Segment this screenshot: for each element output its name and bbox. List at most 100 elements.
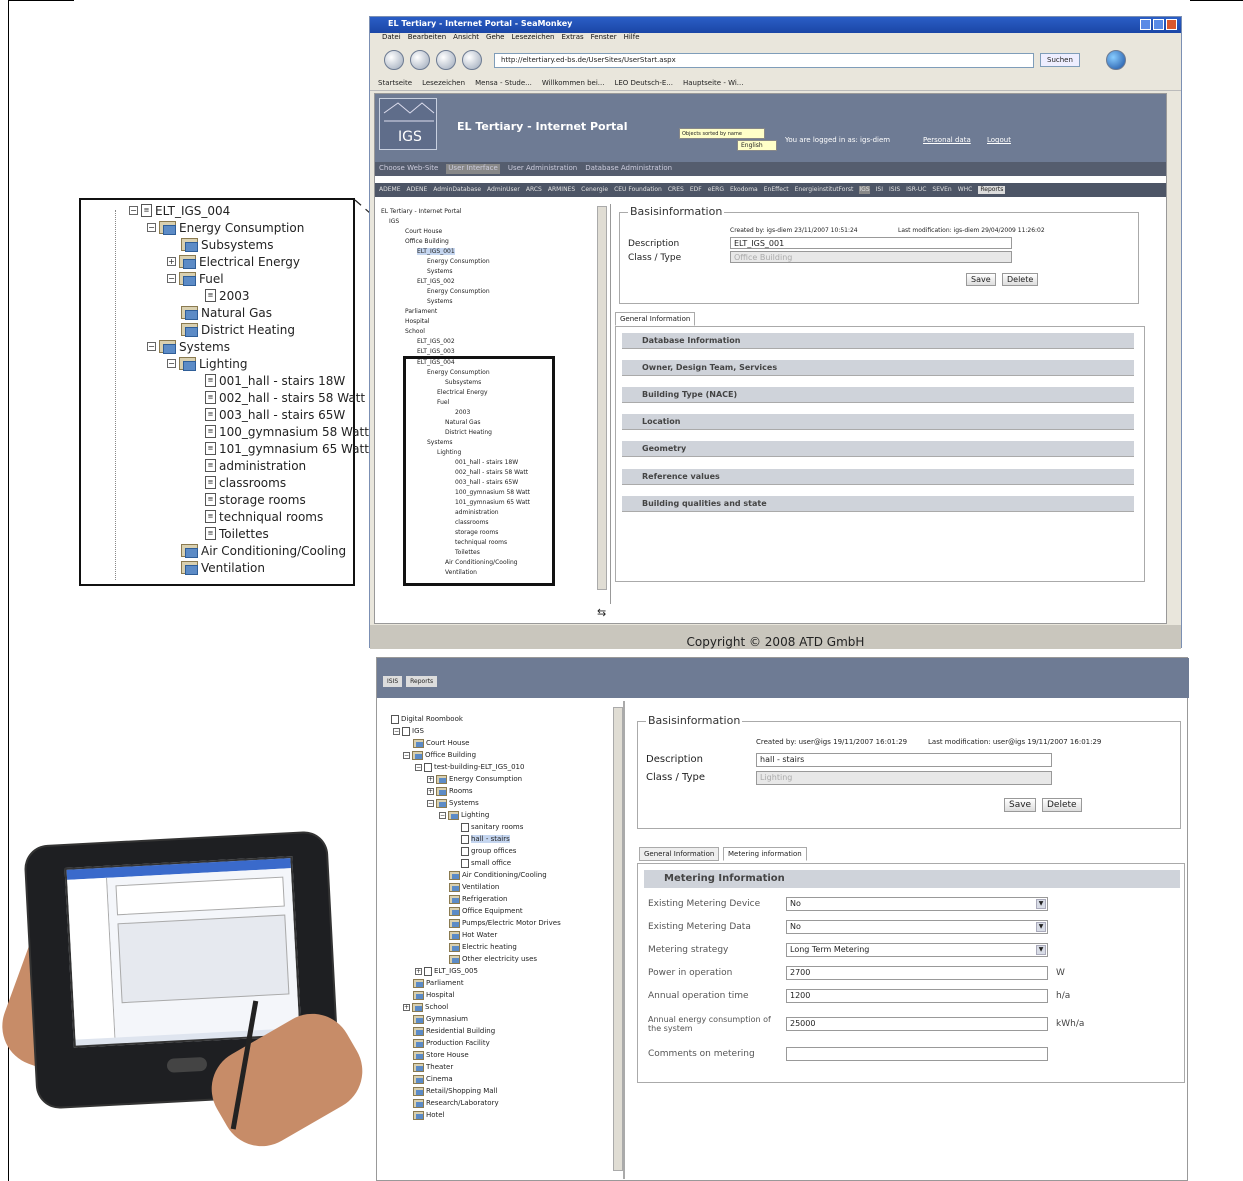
tree-node[interactable]: Air Conditioning/Cooling xyxy=(449,869,547,881)
power-input[interactable]: 2700 xyxy=(786,966,1048,980)
tree-node[interactable]: Hospital xyxy=(405,318,429,325)
chevron-down-icon[interactable]: ▼ xyxy=(1036,945,1046,955)
tree-node[interactable]: Retail/Shopping Mall xyxy=(413,1085,497,1097)
tree-leaf[interactable]: ≡ 003_hall - stairs 65W xyxy=(205,406,345,423)
tree-node[interactable]: Ventilation xyxy=(445,569,477,576)
tree-root[interactable]: EL Tertiary - Internet Portal xyxy=(381,208,462,215)
tree-node[interactable]: ELT_IGS_002 xyxy=(417,278,455,285)
tree-node[interactable]: Hot Water xyxy=(449,929,497,941)
expand-icon[interactable]: + xyxy=(403,1003,410,1011)
site-tab[interactable]: User Administration xyxy=(508,164,577,174)
tree-leaf[interactable]: small office xyxy=(461,857,511,869)
bookmark-item[interactable]: Hauptseite - Wi... xyxy=(683,79,744,88)
tree-leaf[interactable]: ≡ 002_hall - stairs 58 Watt xyxy=(205,389,365,406)
tree-node[interactable]: Electric heating xyxy=(449,941,517,953)
partner-tab[interactable]: Ekodoma xyxy=(730,186,758,194)
tree-node[interactable]: Parliament xyxy=(413,977,464,989)
language-select[interactable]: English xyxy=(737,140,777,151)
expand-icon[interactable]: + xyxy=(427,787,434,795)
tree-node[interactable]: ELT_IGS_004 xyxy=(417,359,455,366)
tree-leaf[interactable]: ≡ classrooms xyxy=(205,474,286,491)
partner-tab[interactable]: ISR-UC xyxy=(906,186,926,194)
description-input[interactable]: ELT_IGS_001 xyxy=(730,237,1012,249)
partner-tab[interactable]: EnergieinstitutForst xyxy=(795,186,854,194)
partner-tab[interactable]: EnEffect xyxy=(764,186,789,194)
tree-scrollbar-2[interactable] xyxy=(613,707,623,1171)
tree-node[interactable]: + Energy Consumption xyxy=(427,773,522,785)
tree-node[interactable]: ELT_IGS_002 xyxy=(417,338,455,345)
partner-tab[interactable]: AdminDatabase xyxy=(433,186,481,194)
tree-node[interactable]: IGS xyxy=(389,218,399,225)
tree-node[interactable]: Gymnasium xyxy=(413,1013,468,1025)
metering-device-select[interactable]: No ▼ xyxy=(786,897,1048,911)
back-icon[interactable] xyxy=(384,50,404,70)
collapse-icon[interactable]: − xyxy=(439,811,446,819)
personal-data-link[interactable]: Personal data xyxy=(923,136,971,144)
partner-tab[interactable]: CRES xyxy=(668,186,684,194)
section-reference-values[interactable]: Reference values xyxy=(622,469,1134,485)
section-building-type[interactable]: Building Type (NACE) xyxy=(622,387,1134,403)
partner-tab[interactable]: ARCS xyxy=(526,186,542,194)
section-location[interactable]: Location xyxy=(622,414,1134,430)
tab-general-information[interactable]: General Information xyxy=(615,312,696,326)
tree-node[interactable]: District Heating xyxy=(445,429,492,436)
collapse-icon[interactable]: − xyxy=(147,223,156,232)
menu-item[interactable]: Fenster xyxy=(591,33,617,44)
partner-tab[interactable]: eERG xyxy=(708,186,724,194)
bookmark-item[interactable]: Mensa - Stude... xyxy=(475,79,532,88)
tree-node[interactable]: Hospital xyxy=(413,989,455,1001)
tree-node-root[interactable]: − ≡ ELT_IGS_004 xyxy=(129,202,230,219)
description-input[interactable]: hall - stairs xyxy=(756,753,1052,767)
tree-node[interactable]: Energy Consumption xyxy=(427,258,490,265)
tree-node[interactable]: − Lighting xyxy=(439,809,489,821)
partner-tab[interactable]: ADEME xyxy=(379,186,400,194)
tree-node[interactable]: Pumps/Electric Motor Drives xyxy=(449,917,561,929)
stop-icon[interactable] xyxy=(462,50,482,70)
tree-node[interactable]: District Heating xyxy=(181,321,295,338)
forward-icon[interactable] xyxy=(410,50,430,70)
metering-strategy-select[interactable]: Long Term Metering ▼ xyxy=(786,943,1048,957)
tree-leaf[interactable]: ≡ 100_gymnasium 58 Watt xyxy=(205,423,369,440)
partner-tab[interactable]: ADENE xyxy=(406,186,427,194)
toolbar-tab[interactable]: ISIS xyxy=(383,676,403,687)
window-controls[interactable] xyxy=(1140,19,1177,30)
tree-node[interactable]: 100_gymnasium 58 Watt xyxy=(455,489,530,496)
partner-tab[interactable]: CEU Foundation xyxy=(614,186,662,194)
tree-node[interactable]: Court House xyxy=(413,737,469,749)
logout-link[interactable]: Logout xyxy=(987,136,1011,144)
tree-node[interactable]: Systems xyxy=(427,268,453,275)
tree-node[interactable]: Cinema xyxy=(413,1073,453,1085)
tree-node[interactable]: Subsystems xyxy=(181,236,273,253)
tree-node[interactable]: Toilettes xyxy=(455,549,480,556)
tree-node[interactable]: Residential Building xyxy=(413,1025,495,1037)
tree-node[interactable]: Energy Consumption xyxy=(427,288,490,295)
partner-tab[interactable]: IGS xyxy=(859,186,870,194)
tree-node[interactable]: − test-building-ELT_IGS_010 xyxy=(415,761,524,773)
menu-item[interactable]: Datei xyxy=(382,33,401,44)
reports-tab[interactable]: Reports xyxy=(406,676,438,687)
tree-node[interactable]: Other electricity uses xyxy=(449,953,537,965)
expand-icon[interactable]: + xyxy=(415,967,422,975)
tree-node-selected[interactable]: ELT_IGS_001 xyxy=(417,248,455,255)
tree-node[interactable]: techniqual rooms xyxy=(455,539,507,546)
tree-node[interactable]: Parliament xyxy=(405,308,437,315)
tree-node[interactable]: Research/Laboratory xyxy=(413,1097,499,1109)
tree-leaf[interactable]: ≡ 001_hall - stairs 18W xyxy=(205,372,345,389)
tree-node[interactable]: Subsystems xyxy=(445,379,481,386)
collapse-icon[interactable]: − xyxy=(129,206,138,215)
search-button[interactable]: Suchen xyxy=(1040,53,1080,67)
tree-leaf[interactable]: sanitary rooms xyxy=(461,821,523,833)
partner-tab[interactable]: ISIS xyxy=(889,186,900,194)
reports-tab[interactable]: Reports xyxy=(978,186,1006,194)
tree-node[interactable]: 003_hall - stairs 65W xyxy=(455,479,518,486)
tree-node[interactable]: Production Facility xyxy=(413,1037,490,1049)
tree-node[interactable]: Fuel xyxy=(437,399,449,406)
tree-node[interactable]: Court House xyxy=(405,228,442,235)
site-tab[interactable]: User Interface xyxy=(446,164,500,174)
tree-node[interactable]: ELT_IGS_003 xyxy=(417,348,455,355)
comments-input[interactable] xyxy=(786,1047,1048,1061)
tree-node[interactable]: + ELT_IGS_005 xyxy=(415,965,478,977)
tab-general-information[interactable]: General Information xyxy=(639,847,720,861)
menu-item[interactable]: Hilfe xyxy=(624,33,640,44)
collapse-icon[interactable]: − xyxy=(393,727,400,735)
